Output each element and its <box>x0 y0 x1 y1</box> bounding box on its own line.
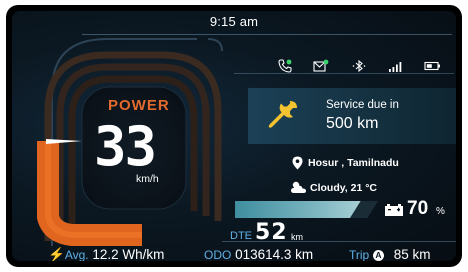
odo-label: ODO <box>204 248 232 261</box>
top-divider <box>82 34 452 35</box>
ride-mode-label: POWER <box>108 97 170 114</box>
cluster-screen: 9:15 am POWER 33 km/h Service due in 500… <box>12 11 456 261</box>
wrench-icon <box>266 98 300 137</box>
speed-value: 33 <box>94 115 157 178</box>
trip-label: Trip <box>349 248 370 261</box>
speed-readout: 33 <box>94 115 212 178</box>
location-text: Hosur , Tamilnadu <box>308 157 399 169</box>
trip-mode-badge: A <box>373 250 384 261</box>
bluetooth-icon[interactable] <box>352 59 366 78</box>
battery-icon <box>424 59 442 78</box>
status-divider <box>234 73 454 74</box>
service-alert-card[interactable]: Service due in 500 km <box>248 88 456 144</box>
battery-percent-value: 70 <box>407 198 429 219</box>
location-pin-icon <box>292 156 303 173</box>
dte-divider <box>222 241 456 242</box>
average-consumption: ⚡Avg. 12.2 Wh/km <box>48 247 164 261</box>
cloudy-weather-icon <box>290 180 308 197</box>
trip-stats-footer: ⚡Avg. 12.2 Wh/km ODO 013614.3 km Trip A … <box>12 247 456 261</box>
odo-value: 013614.3 km <box>235 247 314 261</box>
trip-value: 85 km <box>393 247 431 261</box>
dashboard-frame: 9:15 am POWER 33 km/h Service due in 500… <box>6 5 462 267</box>
clock-time: 9:15 am <box>209 14 259 29</box>
avg-label: Avg. <box>64 248 89 261</box>
trip-meter[interactable]: Trip A 85 km <box>349 247 431 261</box>
lightning-icon: ⚡ <box>48 247 65 261</box>
phone-call-icon[interactable] <box>278 59 292 78</box>
service-title: Service due in <box>326 99 399 111</box>
weather-text: Cloudy, 21 °C <box>310 182 378 194</box>
gauge-outer-ring-2 <box>207 38 223 52</box>
avg-value: 12.2 Wh/km <box>92 247 165 261</box>
signal-icon <box>388 59 402 78</box>
message-icon[interactable] <box>313 59 329 78</box>
service-distance: 500 km <box>326 115 379 132</box>
battery-percent-unit: % <box>436 206 445 217</box>
status-icons <box>260 59 450 77</box>
odometer: ODO 013614.3 km <box>204 247 313 261</box>
speed-unit: km/h <box>136 173 159 185</box>
battery-pack-icon <box>384 203 404 222</box>
gauge-needle <box>46 139 82 144</box>
